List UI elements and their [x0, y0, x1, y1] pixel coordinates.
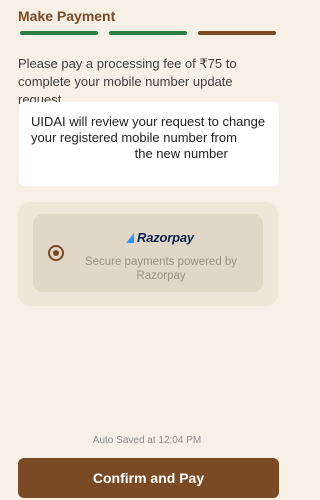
review-notice-box: UIDAI will review your request to change…: [19, 102, 279, 186]
payment-method-section: Razorpay Secure payments powered by Razo…: [18, 202, 278, 306]
progress-step-1: [20, 31, 98, 35]
page-title: Make Payment: [18, 8, 116, 24]
confirm-and-pay-button[interactable]: Confirm and Pay: [18, 458, 279, 498]
razorpay-option[interactable]: Razorpay Secure payments powered by Razo…: [33, 214, 263, 292]
review-line-2: your registered mobile number from: [31, 130, 237, 145]
radio-selected-icon[interactable]: [48, 245, 64, 261]
redacted-number: [31, 146, 131, 158]
autosave-status: Auto Saved at 12:04 PM: [92, 435, 202, 446]
razorpay-brand-name: Razorpay: [137, 230, 194, 245]
review-line-3: the new number: [134, 146, 228, 161]
review-line-1: UIDAI will review your request to change: [31, 114, 266, 129]
fee-message: Please pay a processing fee of ₹75 to co…: [18, 56, 237, 107]
progress-step-2: [109, 31, 187, 35]
progress-step-3: [198, 31, 276, 35]
payment-option-description: Secure payments powered by Razorpay: [84, 256, 238, 282]
progress-bar: [20, 31, 276, 35]
razorpay-logo: Razorpay: [91, 230, 231, 245]
